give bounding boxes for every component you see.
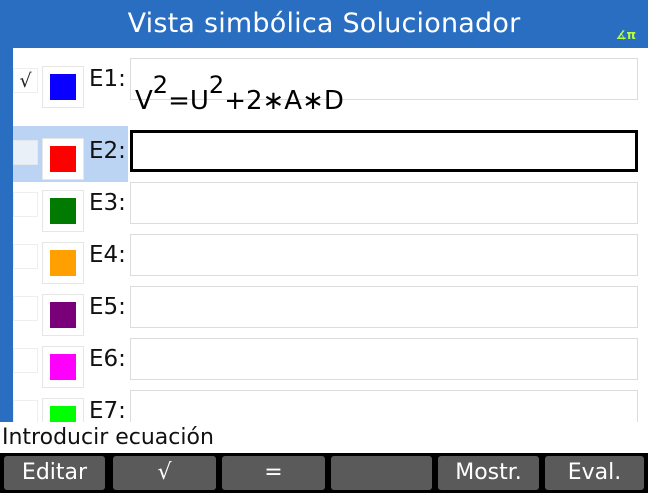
equation-row-e1[interactable]: √ E1: V2=U2+2∗A∗D <box>13 54 648 116</box>
angle-mode-indicator: ∡π <box>615 28 636 42</box>
equals-softkey[interactable]: = <box>222 456 325 490</box>
show-softkey[interactable]: Mostr. <box>438 456 539 490</box>
equation-list: √ E1: V2=U2+2∗A∗D E2: E3: E4: E5: E6: E7… <box>13 48 648 422</box>
color-swatch <box>50 406 76 422</box>
color-swatch-button[interactable] <box>42 190 84 232</box>
equation-field[interactable] <box>130 338 638 380</box>
equation-label: E7: <box>89 398 126 422</box>
equation-field[interactable] <box>130 234 638 276</box>
color-swatch-button[interactable] <box>42 294 84 336</box>
equation-checkbox[interactable] <box>13 192 38 217</box>
blank-softkey[interactable] <box>331 456 432 490</box>
equation-label: E6: <box>89 346 126 372</box>
equation-field[interactable] <box>130 286 638 328</box>
title-bar: Vista simbólica Solucionador ∡π <box>0 0 648 50</box>
equation-label: E2: <box>89 138 126 164</box>
color-swatch-button[interactable] <box>42 398 84 422</box>
color-swatch-button[interactable] <box>42 138 84 180</box>
equation-label: E4: <box>89 242 126 268</box>
color-swatch-button[interactable] <box>42 242 84 284</box>
equation-label: E1: <box>89 66 126 92</box>
equation-checkbox[interactable] <box>13 244 38 269</box>
color-swatch <box>50 302 76 328</box>
equation-row-e6[interactable]: E6: <box>13 334 648 390</box>
view-title: Vista simbólica Solucionador <box>127 8 521 39</box>
equation-checkbox[interactable] <box>13 400 38 422</box>
equation-checkbox[interactable] <box>13 296 38 321</box>
equation-row-e3[interactable]: E3: <box>13 178 648 234</box>
color-swatch <box>50 146 76 172</box>
softkey-menu: Editar √ = Mostr. Eval. <box>0 453 648 493</box>
equation-field[interactable] <box>130 130 638 172</box>
equation-label: E3: <box>89 190 126 216</box>
eval-softkey[interactable]: Eval. <box>545 456 644 490</box>
equation-checkbox[interactable] <box>13 348 38 373</box>
check-softkey[interactable]: √ <box>113 456 216 490</box>
equation-field[interactable] <box>130 182 638 224</box>
equation-row-e7[interactable]: E7: <box>13 386 648 422</box>
color-swatch <box>50 250 76 276</box>
color-swatch <box>50 354 76 380</box>
equation-label: E5: <box>89 294 126 320</box>
equation-expression: V2=U2+2∗A∗D <box>135 71 344 116</box>
color-swatch <box>50 198 76 224</box>
color-swatch <box>50 74 76 100</box>
edit-softkey[interactable]: Editar <box>4 456 105 490</box>
equation-row-e2[interactable]: E2: <box>13 126 648 182</box>
equation-field[interactable] <box>130 390 638 422</box>
equation-field[interactable]: V2=U2+2∗A∗D <box>130 58 638 116</box>
equation-checkbox[interactable]: √ <box>13 68 38 93</box>
color-swatch-button[interactable] <box>42 66 84 108</box>
left-edge-bar <box>0 48 13 422</box>
equation-row-e4[interactable]: E4: <box>13 230 648 286</box>
equation-checkbox[interactable] <box>13 140 38 165</box>
color-swatch-button[interactable] <box>42 346 84 388</box>
equation-row-e5[interactable]: E5: <box>13 282 648 338</box>
status-bar: Introducir ecuación <box>0 422 648 453</box>
